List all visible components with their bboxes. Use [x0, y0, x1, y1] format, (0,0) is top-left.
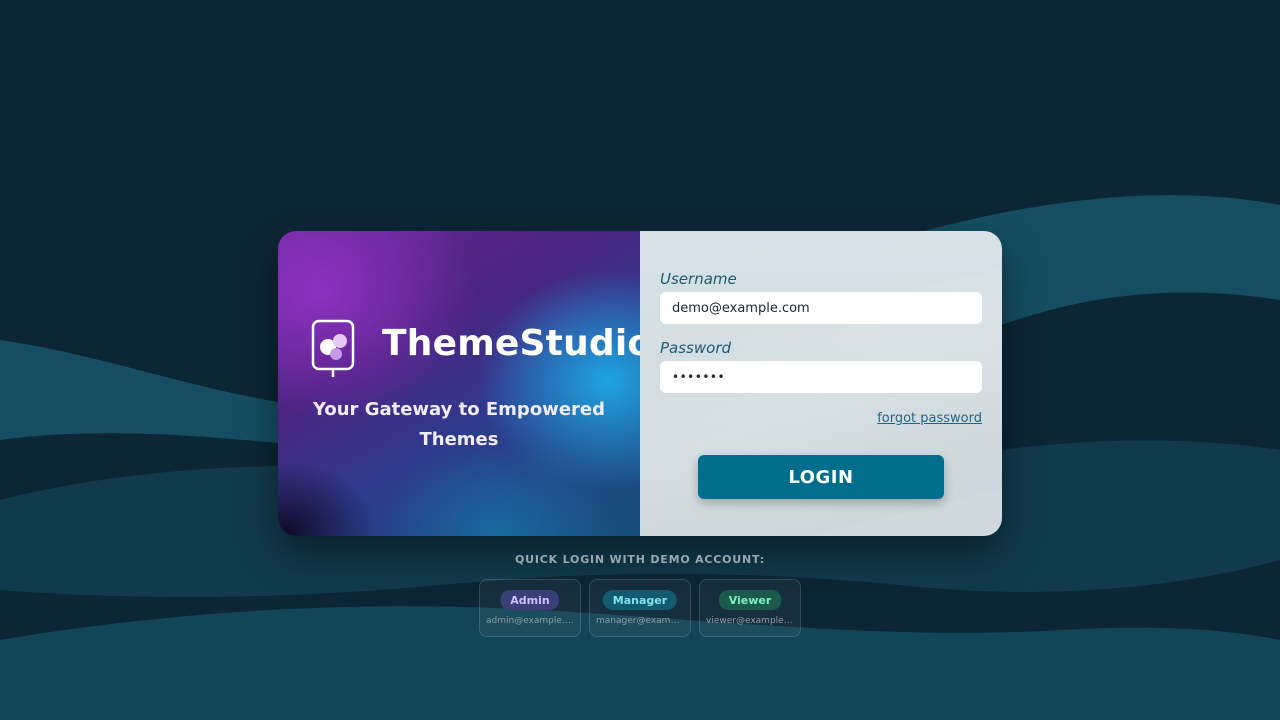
- role-badge-viewer: Viewer: [718, 590, 782, 610]
- brand-panel: ThemeStudio Your Gateway to Empowered Th…: [278, 231, 652, 536]
- login-form: Username demo@example.com Password •••••…: [640, 231, 1002, 536]
- username-label: Username: [660, 270, 737, 288]
- demo-account-admin[interactable]: Admin admin@example.com: [479, 579, 581, 637]
- username-value: demo@example.com: [672, 300, 810, 316]
- login-card: ThemeStudio Your Gateway to Empowered Th…: [278, 231, 1002, 536]
- login-button[interactable]: LOGIN: [698, 455, 944, 499]
- demo-email-viewer: viewer@example.com: [706, 616, 794, 626]
- role-badge-manager: Manager: [602, 590, 678, 610]
- password-input[interactable]: •••••••: [660, 361, 982, 393]
- palette-sign-icon: [311, 319, 355, 377]
- quick-login-title: QUICK LOGIN WITH DEMO ACCOUNT:: [515, 553, 765, 566]
- brand-tagline: Your Gateway to Empowered Themes: [312, 399, 605, 450]
- username-input[interactable]: demo@example.com: [660, 292, 982, 324]
- brand-title: ThemeStudio: [382, 323, 653, 364]
- forgot-password-link[interactable]: forgot password: [877, 411, 982, 426]
- demo-email-admin: admin@example.com: [486, 616, 574, 626]
- demo-account-manager[interactable]: Manager manager@example.com: [589, 579, 691, 637]
- role-badge-admin: Admin: [500, 590, 560, 610]
- password-label: Password: [660, 339, 732, 357]
- password-value: •••••••: [672, 370, 726, 384]
- demo-account-viewer[interactable]: Viewer viewer@example.com: [699, 579, 801, 637]
- demo-email-manager: manager@example.com: [596, 616, 684, 626]
